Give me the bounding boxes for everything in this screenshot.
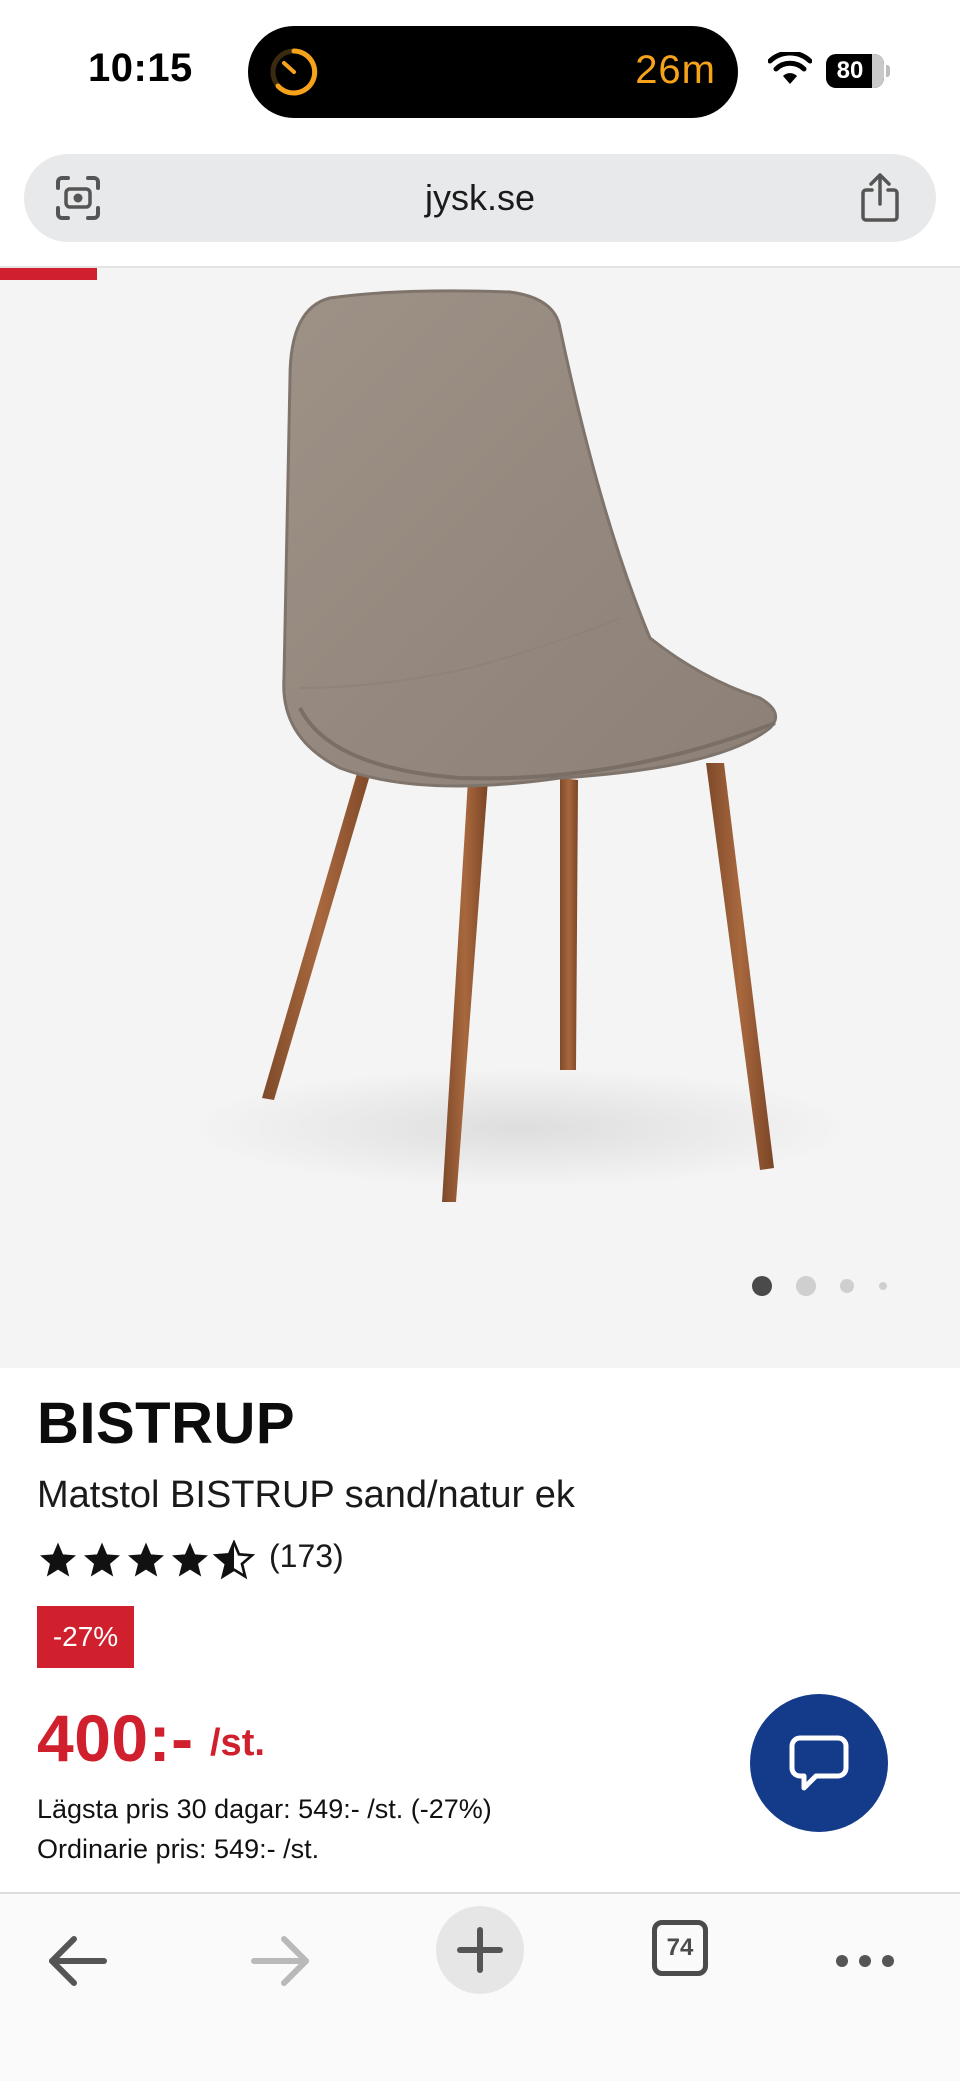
star-icon [84, 1542, 120, 1577]
back-arrow-icon[interactable] [34, 1916, 124, 2006]
star-icon [40, 1542, 76, 1577]
review-count[interactable]: (173) [269, 1538, 344, 1575]
price-unit: /st. [210, 1722, 265, 1764]
chat-button[interactable] [750, 1694, 888, 1832]
carousel-dot[interactable] [879, 1282, 887, 1290]
share-icon[interactable] [858, 172, 902, 222]
plus-icon [457, 1927, 503, 1973]
product-image[interactable] [0, 268, 960, 1368]
new-tab-button[interactable] [436, 1906, 524, 1994]
timer-text: 26m [635, 48, 716, 92]
carousel-dot[interactable] [840, 1279, 854, 1293]
forward-arrow-icon[interactable] [234, 1916, 324, 2006]
carousel-dot-active[interactable] [752, 1276, 772, 1296]
address-bar[interactable]: jysk.se [24, 154, 936, 242]
discount-badge: -27% [37, 1606, 134, 1668]
rating[interactable]: (173) [37, 1536, 437, 1584]
dynamic-island[interactable]: 26m [248, 26, 738, 118]
carousel-dot[interactable] [796, 1276, 816, 1296]
timer-icon [270, 48, 318, 96]
battery-level: 80 [836, 57, 864, 84]
url-text[interactable]: jysk.se [24, 154, 936, 242]
regular-price-line: Ordinarie pris: 549:- /st. [37, 1834, 320, 1864]
product-subtitle: Matstol BISTRUP sand/natur ek [37, 1474, 575, 1516]
half-star-icon [213, 1540, 255, 1580]
price: 400:- [37, 1701, 194, 1775]
lowest-price-line: Lägsta pris 30 dagar: 549:- /st. (-27%) [37, 1794, 492, 1824]
chair-photo [190, 289, 850, 1202]
product-brand: BISTRUP [37, 1391, 296, 1456]
more-dots-icon[interactable] [820, 1916, 910, 2006]
image-badge-strip [0, 268, 97, 280]
tabs-count: 74 [666, 1934, 694, 1961]
star-icon [172, 1542, 208, 1577]
battery-icon: 80 [826, 54, 890, 88]
status-bar: 10:15 26m 80 [0, 0, 960, 140]
chat-bubble-icon [789, 1735, 849, 1791]
carousel-dots[interactable] [748, 1276, 898, 1296]
tabs-button[interactable]: 74 [652, 1920, 708, 1976]
browser-toolbar: 74 [0, 1894, 960, 2081]
star-icon [128, 1542, 164, 1577]
status-time: 10:15 [88, 46, 193, 90]
wifi-icon [768, 52, 812, 84]
